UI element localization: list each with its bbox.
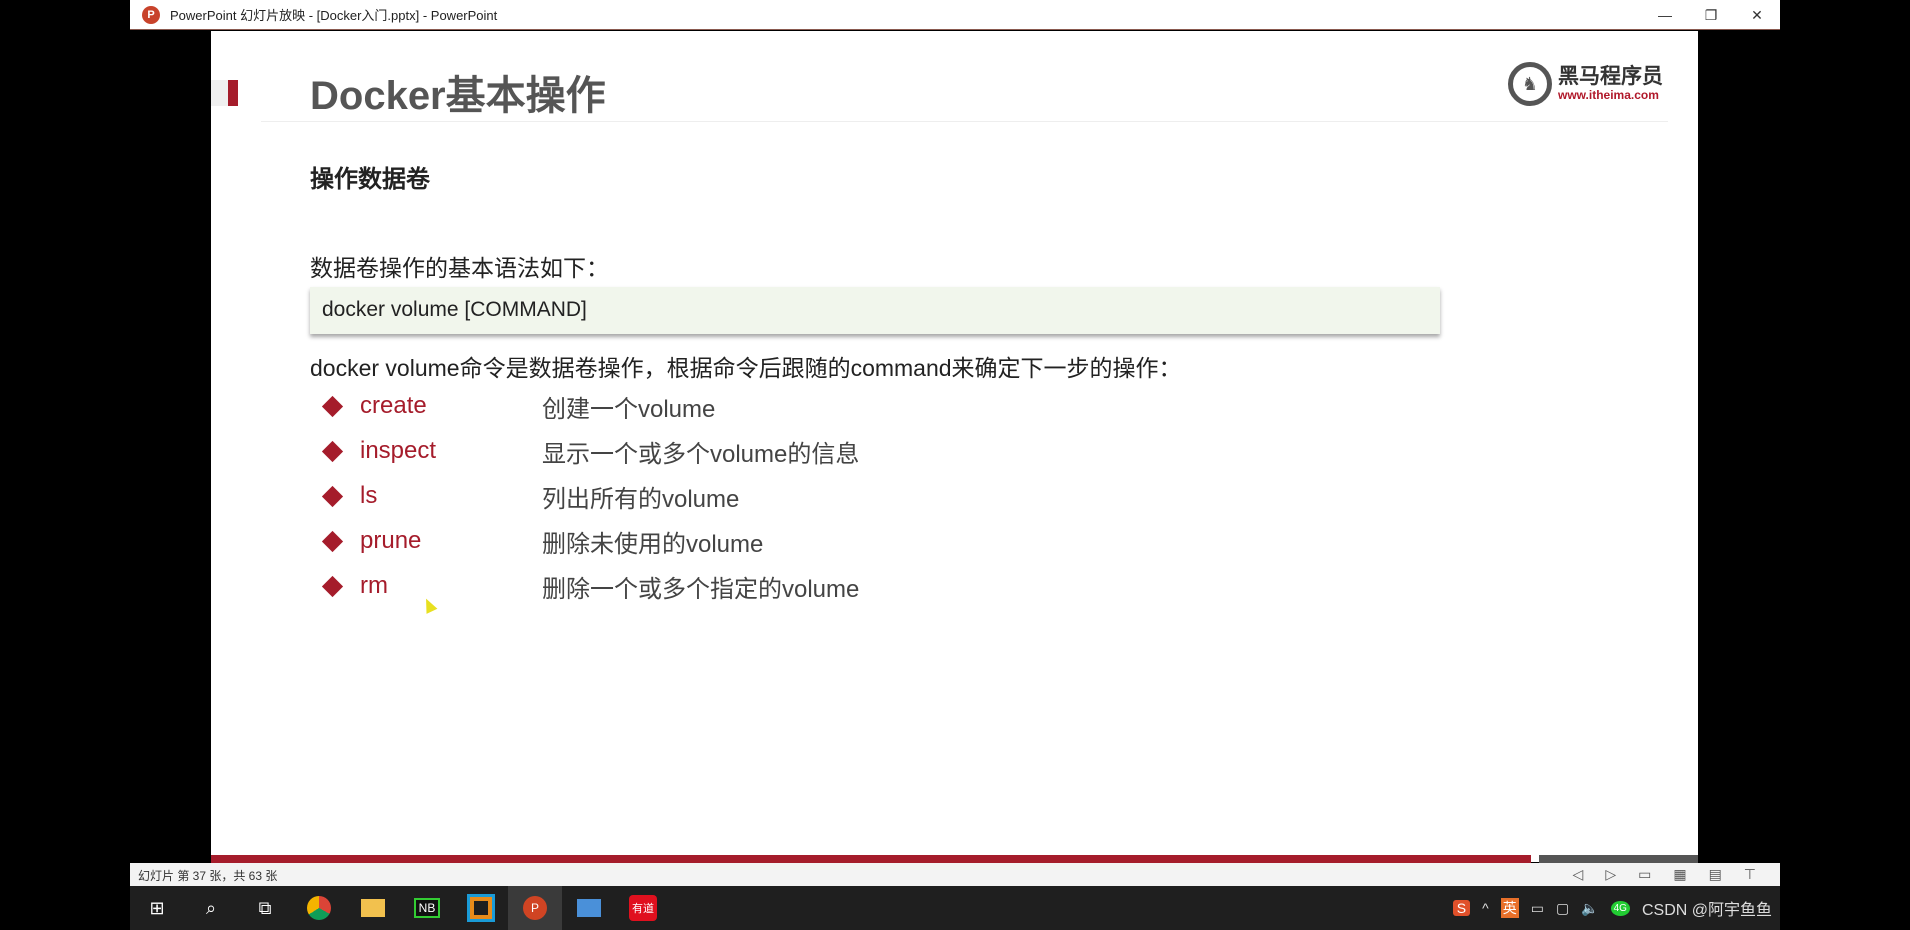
reading-view-icon[interactable]: ▤ xyxy=(1709,866,1722,883)
diamond-bullet-icon xyxy=(321,575,344,597)
prev-icon[interactable]: ◁ xyxy=(1573,866,1584,883)
restore-button[interactable]: ❐ xyxy=(1688,0,1734,30)
command-description: docker volume命令是数据卷操作，根据命令后跟随的command来确定… xyxy=(310,355,1182,381)
slide-title: Docker基本操作 xyxy=(310,74,606,118)
diamond-bullet-icon xyxy=(321,395,344,417)
window-titlebar: P PowerPoint 幻灯片放映 - [Docker入门.pptx] - P… xyxy=(130,0,1780,30)
slide-subtitle: 操作数据卷 xyxy=(310,166,430,193)
volume-icon[interactable]: 🔈 xyxy=(1581,900,1598,917)
command-desc: 删除未使用的volume xyxy=(542,530,764,558)
slide-counter: 幻灯片 第 37 张，共 63 张 xyxy=(138,869,278,883)
slide[interactable]: Docker基本操作 ♞ 黑马程序员 www.itheima.com 操作数据卷… xyxy=(211,31,1698,862)
powerpoint-taskbar-icon[interactable]: P xyxy=(508,886,562,930)
command-name: rm xyxy=(360,572,388,599)
command-desc: 显示一个或多个volume的信息 xyxy=(542,440,860,468)
next-icon[interactable]: ▷ xyxy=(1605,866,1616,883)
slideshow-icon[interactable]: ⊤ xyxy=(1744,866,1756,883)
command-name: prune xyxy=(360,527,422,554)
network-4g-icon[interactable]: 4G xyxy=(1610,900,1630,916)
network-icon[interactable]: ▢ xyxy=(1556,900,1569,917)
command-name: ls xyxy=(360,482,378,509)
diamond-bullet-icon xyxy=(321,485,344,507)
horse-logo-icon: ♞ xyxy=(1508,62,1552,106)
chrome-icon[interactable] xyxy=(292,886,346,930)
notepad-nb-icon[interactable]: NB xyxy=(400,886,454,930)
command-name: create xyxy=(360,392,427,419)
chevron-up-icon[interactable]: ^ xyxy=(1482,900,1489,916)
remote-desktop-icon[interactable] xyxy=(562,886,616,930)
youdao-icon[interactable]: 有道 xyxy=(616,886,670,930)
battery-icon[interactable]: ▭ xyxy=(1531,900,1544,917)
command-item: rm 删除一个或多个指定的volume xyxy=(310,571,860,603)
window-title: PowerPoint 幻灯片放映 - [Docker入门.pptx] - Pow… xyxy=(170,8,498,23)
slide-footer-gray xyxy=(1539,855,1698,863)
slide-sorter-icon[interactable]: ▦ xyxy=(1673,866,1686,883)
command-item: prune 删除未使用的volume xyxy=(310,526,764,558)
title-marker-bg xyxy=(211,80,228,106)
system-tray: S ^ 英 ▭ ▢ 🔈 4G CSDN @阿宇鱼鱼 xyxy=(1452,886,1772,930)
command-item: ls 列出所有的volume xyxy=(310,481,740,513)
command-item: inspect 显示一个或多个volume的信息 xyxy=(310,436,860,468)
close-button[interactable]: ✕ xyxy=(1734,0,1780,30)
taskbar: ⊞ ⌕ ⧉ NB P 有道 S ^ 英 ▭ ▢ 🔈 4G CSDN @阿宇鱼鱼 xyxy=(130,886,1780,930)
minimize-button[interactable]: — xyxy=(1642,0,1688,30)
itheima-logo: ♞ 黑马程序员 www.itheima.com xyxy=(1508,62,1663,106)
windows-start-icon[interactable]: ⊞ xyxy=(130,886,184,930)
title-divider xyxy=(261,121,1668,122)
logo-name: 黑马程序员 xyxy=(1558,65,1663,88)
diamond-bullet-icon xyxy=(321,530,344,552)
file-explorer-icon[interactable] xyxy=(346,886,400,930)
task-view-icon[interactable]: ⧉ xyxy=(238,886,292,930)
logo-url: www.itheima.com xyxy=(1558,88,1659,102)
command-item: create 创建一个volume xyxy=(310,391,716,423)
slide-footer-bar xyxy=(211,855,1531,863)
command-name: inspect xyxy=(360,437,437,464)
code-box: docker volume [COMMAND] xyxy=(310,287,1440,334)
command-desc: 删除一个或多个指定的volume xyxy=(542,575,860,603)
diamond-bullet-icon xyxy=(321,440,344,462)
normal-view-icon[interactable]: ▭ xyxy=(1638,866,1651,883)
search-icon[interactable]: ⌕ xyxy=(184,886,238,930)
ime-icon[interactable]: 英 xyxy=(1500,898,1519,918)
command-desc: 创建一个volume xyxy=(542,395,716,423)
virtualbox-icon[interactable] xyxy=(454,886,508,930)
csdn-watermark: CSDN @阿宇鱼鱼 xyxy=(1641,902,1772,919)
powerpoint-icon: P xyxy=(142,5,160,24)
command-desc: 列出所有的volume xyxy=(542,485,740,513)
syntax-intro: 数据卷操作的基本语法如下： xyxy=(310,255,609,281)
title-marker xyxy=(228,80,238,106)
sogou-icon[interactable]: S xyxy=(1452,900,1471,916)
status-bar: 幻灯片 第 37 张，共 63 张 ◁ ▷ ▭ ▦ ▤ ⊤ xyxy=(130,863,1780,886)
